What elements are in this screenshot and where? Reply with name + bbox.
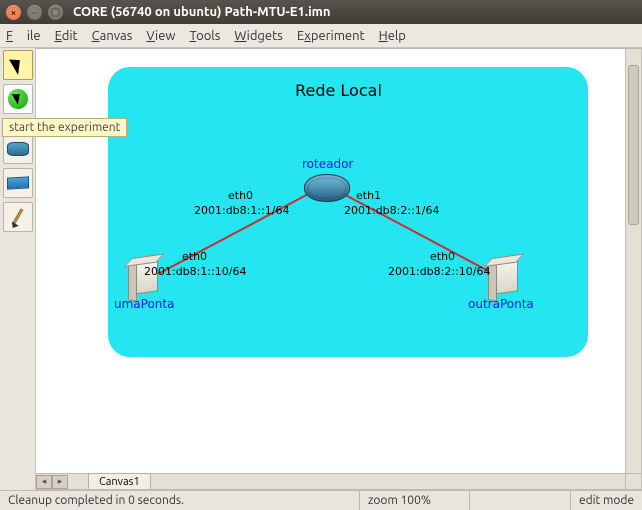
tooltip: start the experiment — [2, 118, 127, 137]
menu-tools[interactable]: Tools — [189, 29, 220, 43]
hscroll-left-button[interactable]: ◂ — [36, 475, 52, 489]
menu-canvas[interactable]: Canvas — [92, 29, 133, 43]
topology-title: Rede Local — [36, 81, 641, 100]
roteador-eth0-if: eth0 — [228, 189, 253, 202]
node-outraPonta-label: outraPonta — [468, 297, 534, 311]
play-icon — [8, 89, 28, 109]
select-tool-button[interactable] — [3, 50, 33, 80]
outraPonta-eth0-addr: 2001:db8:2::10/64 — [388, 265, 490, 278]
window-title: CORE (56740 on ubuntu) Path-MTU-E1.imn — [73, 5, 331, 19]
menu-experiment[interactable]: Experiment — [297, 29, 365, 43]
window-titlebar: × – ▢ CORE (56740 on ubuntu) Path-MTU-E1… — [0, 0, 642, 24]
node-umaPonta-label: umaPonta — [114, 297, 174, 311]
vertical-scrollbar[interactable] — [625, 49, 641, 473]
canvas[interactable]: Rede Local roteador eth0 2001:db8:1::1/6… — [36, 48, 642, 490]
window-close-button[interactable]: × — [6, 5, 21, 20]
status-message: Cleanup completed in 0 seconds. — [0, 491, 360, 510]
roteador-eth0-addr: 2001:db8:1::1/64 — [194, 204, 289, 217]
status-zoom: zoom 100% — [360, 491, 470, 510]
menu-bar: File Edit Canvas View Tools Widgets Expe… — [0, 24, 642, 48]
canvas-tab[interactable]: Canvas1 — [88, 473, 151, 489]
start-experiment-button[interactable] — [3, 84, 33, 114]
pencil-icon — [12, 208, 24, 225]
umaPonta-eth0-if: eth0 — [182, 250, 207, 263]
status-bar: Cleanup completed in 0 seconds. zoom 100… — [0, 490, 642, 510]
status-mode: edit mode — [571, 491, 642, 510]
switch-icon — [7, 176, 29, 189]
menu-widgets[interactable]: Widgets — [234, 29, 282, 43]
router-tool-button[interactable] — [3, 134, 33, 164]
left-toolbar: start the experiment — [0, 48, 36, 490]
roteador-eth1-if: eth1 — [356, 189, 381, 202]
annotation-tool-button[interactable] — [3, 202, 33, 232]
menu-edit[interactable]: Edit — [55, 29, 78, 43]
status-spacer — [470, 491, 571, 510]
node-outraPonta[interactable] — [494, 257, 520, 297]
roteador-eth1-addr: 2001:db8:2::1/64 — [344, 204, 439, 217]
umaPonta-eth0-addr: 2001:db8:1::10/64 — [144, 265, 246, 278]
scroll-corner — [625, 473, 641, 489]
cursor-icon — [9, 55, 26, 75]
node-roteador-label: roteador — [302, 157, 353, 171]
window-maximize-button[interactable]: ▢ — [48, 5, 63, 20]
menu-help[interactable]: Help — [379, 29, 406, 43]
outraPonta-eth0-if: eth0 — [430, 250, 455, 263]
window-minimize-button[interactable]: – — [27, 5, 42, 20]
switch-tool-button[interactable] — [3, 168, 33, 198]
router-icon — [7, 142, 29, 156]
node-roteador[interactable] — [304, 174, 350, 202]
hscroll-right-button[interactable]: ▸ — [52, 475, 68, 489]
menu-view[interactable]: View — [146, 29, 175, 43]
menu-file[interactable]: File — [6, 29, 41, 43]
